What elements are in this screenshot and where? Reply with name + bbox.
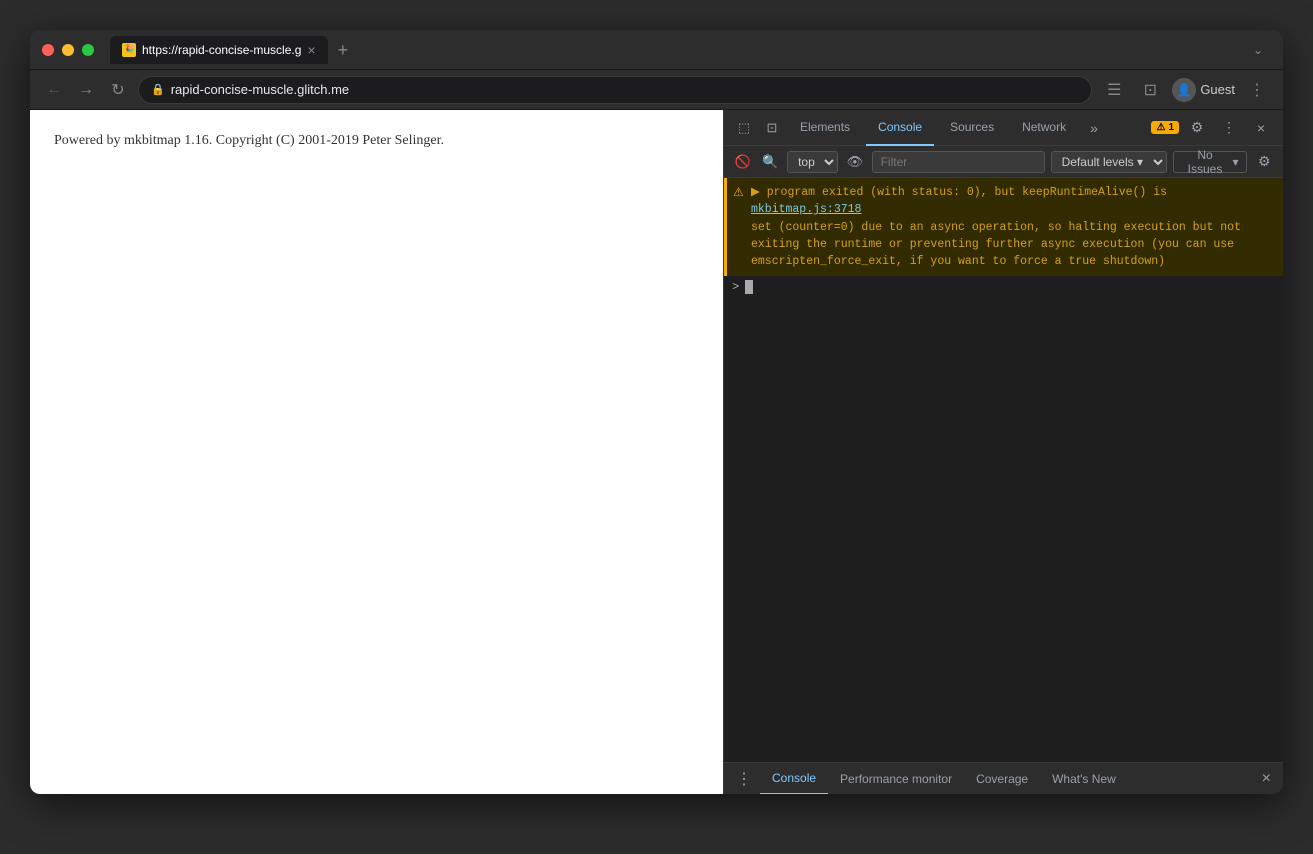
console-warning-message: ⚠ ▶ program exited (with status: 0), but… xyxy=(724,178,1283,276)
levels-selector[interactable]: Default levels ▾ xyxy=(1051,151,1167,173)
devtools-settings-button[interactable]: ⚙ xyxy=(1183,114,1211,142)
console-message-line2: set (counter=0) due to an async operatio… xyxy=(751,221,1241,234)
no-issues-label: No Issues xyxy=(1182,148,1229,176)
filter-input[interactable] xyxy=(872,151,1045,173)
console-message-line3: exiting the runtime or preventing furthe… xyxy=(751,238,1234,251)
clear-console-button[interactable]: 🚫 xyxy=(732,150,754,174)
console-settings-button[interactable]: ⚙ xyxy=(1253,150,1275,174)
page-content: Powered by mkbitmap 1.16. Copyright (C) … xyxy=(30,110,723,794)
browser-tab-active[interactable]: 🎉 https://rapid-concise-muscle.g × xyxy=(110,36,328,64)
console-cursor xyxy=(745,280,753,294)
tab-title: https://rapid-concise-muscle.g xyxy=(142,43,301,57)
devtools-header: ⬚ ⊡ Elements Console Sources Network » xyxy=(724,110,1283,146)
devtools-more-button[interactable]: ⋮ xyxy=(1215,114,1243,142)
lock-icon: 🔒 xyxy=(151,83,165,96)
page-text: Powered by mkbitmap 1.16. Copyright (C) … xyxy=(54,130,699,152)
tab-close-icon[interactable]: × xyxy=(307,43,315,57)
console-source-link[interactable]: mkbitmap.js:3718 xyxy=(751,203,861,216)
warning-icon: ⚠ xyxy=(1156,122,1165,133)
more-button[interactable]: ⋮ xyxy=(1243,76,1271,104)
warning-count: 1 xyxy=(1168,122,1174,133)
url-text: rapid-concise-muscle.glitch.me xyxy=(171,82,349,97)
console-warning-icon: ⚠ xyxy=(733,184,744,202)
address-bar: ← → ↻ 🔒 rapid-concise-muscle.glitch.me ☰… xyxy=(30,70,1283,110)
bottom-tab-coverage[interactable]: Coverage xyxy=(964,763,1040,795)
devtools-close-button[interactable]: × xyxy=(1247,114,1275,142)
no-issues-button[interactable]: No Issues ▾ xyxy=(1173,151,1248,173)
sidebar-toggle-button[interactable]: ☰ xyxy=(1100,76,1128,104)
account-button[interactable]: 👤 Guest xyxy=(1172,78,1235,102)
tab-elements[interactable]: Elements xyxy=(788,110,862,146)
devtools-header-actions: ⚠ 1 ⚙ ⋮ × xyxy=(1151,114,1275,142)
console-message-line4: emscripten_force_exit, if you want to fo… xyxy=(751,255,1165,268)
inspect-element-button[interactable]: ⬚ xyxy=(732,116,756,140)
tab-console[interactable]: Console xyxy=(866,110,934,146)
address-right-actions: ☰ ⊡ 👤 Guest ⋮ xyxy=(1100,76,1271,104)
url-bar[interactable]: 🔒 rapid-concise-muscle.glitch.me xyxy=(138,76,1092,104)
new-tab-button[interactable]: + xyxy=(330,41,357,59)
console-prompt[interactable]: > xyxy=(724,276,1283,298)
account-label: Guest xyxy=(1200,82,1235,97)
browser-window: 🎉 https://rapid-concise-muscle.g × + ⌄ ←… xyxy=(30,30,1283,794)
device-toggle-button[interactable]: ⊡ xyxy=(760,116,784,140)
tab-bar: 🎉 https://rapid-concise-muscle.g × + ⌄ xyxy=(110,36,1271,64)
refresh-button[interactable]: ↻ xyxy=(106,78,130,102)
console-output: ⚠ ▶ program exited (with status: 0), but… xyxy=(724,178,1283,762)
forward-button[interactable]: → xyxy=(74,78,98,102)
tab-favicon-icon: 🎉 xyxy=(122,43,136,57)
tab-search-button[interactable]: ⊡ xyxy=(1136,76,1164,104)
tab-sources[interactable]: Sources xyxy=(938,110,1006,146)
warning-badge[interactable]: ⚠ 1 xyxy=(1151,121,1179,134)
devtools-toolbar: 🚫 🔍 top 👁 Default levels ▾ No Issues ▾ ⚙ xyxy=(724,146,1283,178)
main-content: Powered by mkbitmap 1.16. Copyright (C) … xyxy=(30,110,1283,794)
devtools-panel: ⬚ ⊡ Elements Console Sources Network » xyxy=(723,110,1283,794)
maximize-window-button[interactable] xyxy=(82,44,94,56)
title-bar: 🎉 https://rapid-concise-muscle.g × + ⌄ xyxy=(30,30,1283,70)
console-message-line1: ▶ program exited (with status: 0), but k… xyxy=(751,186,1167,199)
back-button[interactable]: ← xyxy=(42,78,66,102)
more-devtools-tabs-button[interactable]: » xyxy=(1082,110,1106,146)
bottom-tab-console[interactable]: Console xyxy=(760,763,828,795)
bottom-tab-whats-new[interactable]: What's New xyxy=(1040,763,1128,795)
context-selector[interactable]: top xyxy=(787,151,838,173)
bottom-panel-close-button[interactable]: × xyxy=(1254,763,1279,795)
close-window-button[interactable] xyxy=(42,44,54,56)
expand-tabs-icon[interactable]: ⌄ xyxy=(1245,43,1271,57)
traffic-lights xyxy=(42,44,94,56)
eye-button[interactable]: 👁 xyxy=(844,150,866,174)
prompt-arrow-icon: > xyxy=(732,280,739,294)
filter-toggle-button[interactable]: 🔍 xyxy=(760,150,782,174)
bottom-tab-performance-monitor[interactable]: Performance monitor xyxy=(828,763,964,795)
devtools-bottom-tabs: ⋮ Console Performance monitor Coverage W… xyxy=(724,762,1283,794)
tab-network[interactable]: Network xyxy=(1010,110,1078,146)
minimize-window-button[interactable] xyxy=(62,44,74,56)
avatar: 👤 xyxy=(1172,78,1196,102)
no-issues-arrow-icon: ▾ xyxy=(1232,155,1238,169)
bottom-menu-icon[interactable]: ⋮ xyxy=(728,763,760,795)
